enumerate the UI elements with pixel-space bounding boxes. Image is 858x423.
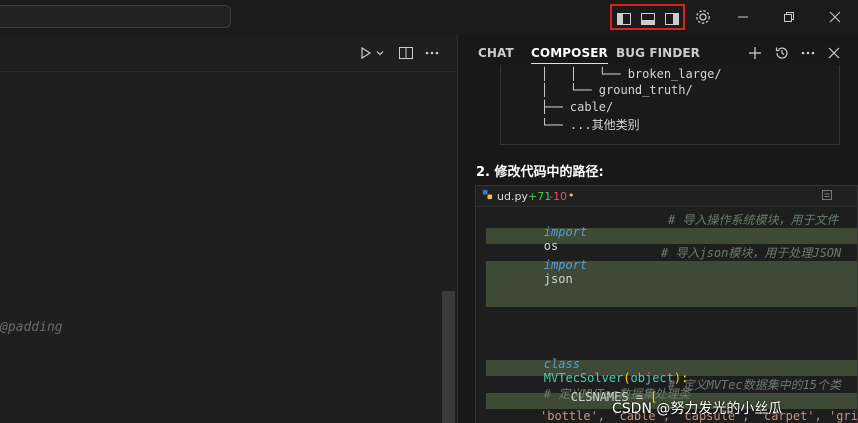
- code-comment: # 导入json模块，用于处理JSON: [661, 246, 842, 260]
- tree-line: │ │ └── broken_large/: [541, 67, 722, 81]
- watermark: CSDN @努力发光的小丝瓜: [612, 401, 783, 417]
- code-body: import os # 导入操作系统模块，用于文件 import json # …: [486, 210, 857, 423]
- code-keyword: import: [543, 258, 588, 272]
- copy-icon[interactable]: [821, 189, 833, 204]
- close-icon[interactable]: [823, 6, 847, 28]
- directory-tree-block: │ │ └── broken_large/ │ └── ground_truth…: [500, 65, 840, 145]
- editor-area[interactable]: @padding: [0, 35, 457, 423]
- code-keyword: class: [543, 357, 580, 371]
- layout-sidebar-left-icon[interactable]: [615, 10, 633, 28]
- layout-panel-icon[interactable]: [639, 10, 657, 28]
- layout-sidebar-right-icon[interactable]: [663, 10, 681, 28]
- tree-line: │ └── ground_truth/: [541, 83, 693, 97]
- unsaved-dot: •: [568, 189, 575, 202]
- split-editor-icon[interactable]: [396, 43, 416, 63]
- minimize-icon[interactable]: [731, 6, 755, 28]
- code-token: json: [543, 272, 573, 286]
- gear-icon[interactable]: [691, 6, 715, 28]
- layout-controls-group: [610, 4, 685, 30]
- more-icon[interactable]: [798, 43, 818, 63]
- restore-icon[interactable]: [777, 6, 801, 28]
- code-comment: # 导入操作系统模块，用于文件: [668, 213, 839, 227]
- python-file-icon: [482, 189, 493, 203]
- tab-chat[interactable]: CHAT: [478, 46, 514, 60]
- code-diff-header: ud.py +71 -10 •: [476, 186, 857, 207]
- editor-code-snippet: @padding: [0, 320, 63, 335]
- code-filename[interactable]: ud.py: [497, 190, 528, 203]
- step-heading: 2. 修改代码中的路径:: [476, 165, 604, 180]
- tree-line: └── ...其他类别: [541, 118, 640, 132]
- plus-icon[interactable]: [745, 43, 765, 63]
- editor-toolbar: [0, 35, 457, 72]
- code-line: import json: [486, 244, 587, 300]
- close-icon[interactable]: [824, 43, 844, 63]
- tab-bug-finder[interactable]: BUG FINDER: [616, 46, 700, 60]
- title-bar: [0, 0, 858, 35]
- editor-scrollbar[interactable]: [442, 291, 455, 423]
- diff-deletions: -10: [549, 190, 567, 203]
- more-icon[interactable]: [422, 43, 442, 63]
- tree-line: ├── cable/: [541, 100, 614, 114]
- tab-composer[interactable]: COMPOSER: [531, 46, 608, 64]
- command-center-search[interactable]: [0, 5, 231, 28]
- diff-additions: +71: [528, 190, 552, 203]
- chevron-down-icon[interactable]: [373, 43, 387, 63]
- code-keyword: import: [543, 225, 588, 239]
- history-icon[interactable]: [772, 43, 792, 63]
- code-comment: # 定义MVTec数据集中的15个类: [668, 378, 842, 392]
- code-diff-card: ud.py +71 -10 • import os # 导入操作系统模块，用于文…: [475, 185, 858, 423]
- composer-panel: CHAT COMPOSER BUG FINDER │ │ └── broken_…: [458, 35, 858, 423]
